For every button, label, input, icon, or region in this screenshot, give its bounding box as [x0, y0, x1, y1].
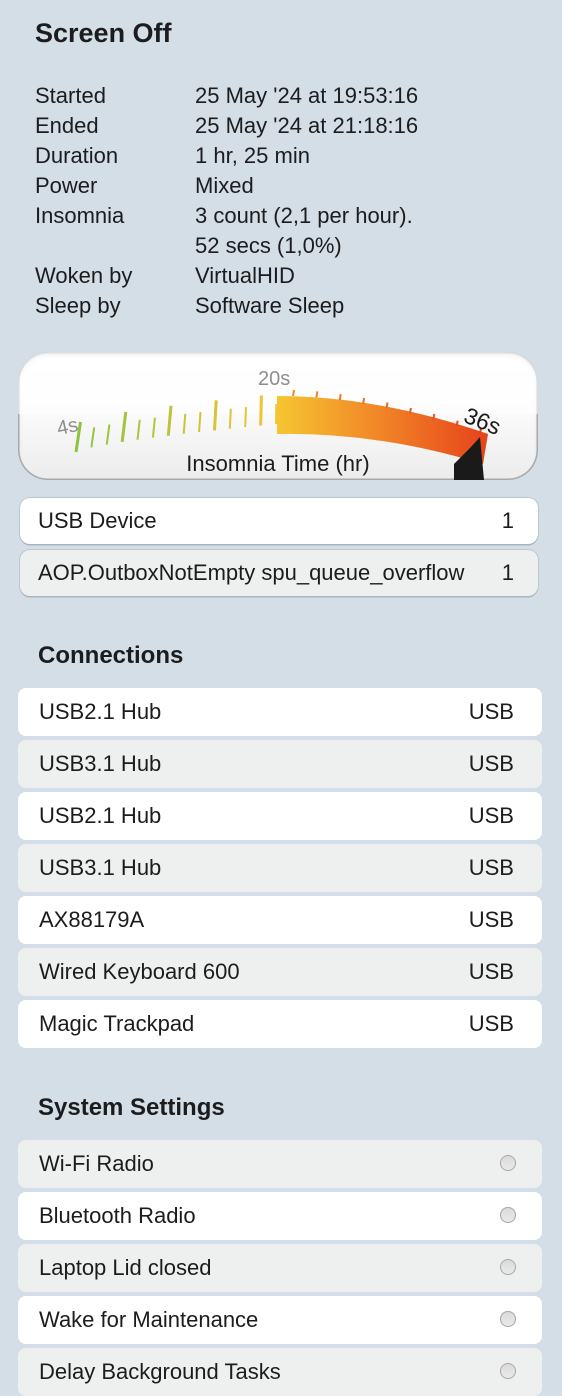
connection-type: USB [469, 948, 514, 996]
connection-name: Magic Trackpad [39, 1000, 194, 1048]
gauge-tick [316, 391, 317, 397]
connection-row[interactable]: Wired Keyboard 600 USB [18, 948, 542, 996]
gauge-mid-label: 20s [258, 368, 290, 390]
wake-reason-row[interactable]: AOP.OutboxNotEmpty spu_queue_overflow 1 [20, 550, 538, 596]
setting-radio[interactable] [500, 1363, 516, 1379]
gauge-tick [457, 421, 458, 427]
gauge-tick [138, 420, 140, 440]
wake-reason-name: USB Device [38, 498, 493, 544]
gauge-tick [433, 414, 434, 420]
setting-name: Bluetooth Radio [39, 1192, 196, 1240]
info-row-insomnia: Insomnia 3 count (2,1 per hour). [35, 201, 535, 231]
connection-name: USB2.1 Hub [39, 688, 161, 736]
setting-radio[interactable] [500, 1311, 516, 1327]
gauge-tick [410, 408, 411, 414]
setting-row-wifi[interactable]: Wi-Fi Radio [18, 1140, 542, 1188]
gauge-tick [122, 412, 126, 442]
info-row-ended: Ended 25 May '24 at 21:18:16 [35, 111, 535, 141]
page-title: Screen Off [35, 16, 172, 50]
info-row-power: Power Mixed [35, 171, 535, 201]
info-row-woken-by: Woken by VirtualHID [35, 261, 535, 291]
info-label: Sleep by [35, 291, 121, 321]
connection-name: AX88179A [39, 896, 144, 944]
gauge-tick [107, 424, 110, 444]
setting-radio[interactable] [500, 1259, 516, 1275]
gauge-tick [91, 427, 94, 447]
gauge-tick [245, 407, 246, 427]
setting-name: Laptop Lid closed [39, 1244, 211, 1292]
info-value: Software Sleep [195, 291, 344, 321]
info-label: Power [35, 171, 97, 201]
setting-row-lid[interactable]: Laptop Lid closed [18, 1244, 542, 1292]
gauge-tick [340, 394, 341, 400]
connection-name: Wired Keyboard 600 [39, 948, 240, 996]
setting-radio[interactable] [500, 1155, 516, 1171]
wake-reason-row[interactable]: USB Device 1 [20, 498, 538, 544]
info-value: 1 hr, 25 min [195, 141, 310, 171]
info-row-sleep-by: Sleep by Software Sleep [35, 291, 535, 321]
setting-row-bluetooth[interactable]: Bluetooth Radio [18, 1192, 542, 1240]
setting-row-background-tasks[interactable]: Delay Background Tasks [18, 1348, 542, 1396]
setting-name: Wi-Fi Radio [39, 1140, 154, 1188]
gauge-tick [153, 418, 155, 438]
info-row-insomnia-duration: 52 secs (1,0%) [35, 231, 535, 261]
info-label: Ended [35, 111, 99, 141]
gauge-min-label: 4s [55, 414, 80, 440]
connection-row[interactable]: AX88179A USB [18, 896, 542, 944]
insomnia-gauge: 4s 20s 36s Insomnia Time (hr) [18, 352, 538, 480]
session-info: Started 25 May '24 at 19:53:16 Ended 25 … [35, 81, 535, 321]
setting-name: Wake for Maintenance [39, 1296, 258, 1344]
connection-row[interactable]: USB3.1 Hub USB [18, 740, 542, 788]
gauge-tick [387, 403, 388, 409]
wake-reason-count: 1 [502, 550, 514, 596]
connection-type: USB [469, 1000, 514, 1048]
wake-reason-count: 1 [502, 498, 514, 544]
connections-heading: Connections [38, 641, 183, 671]
setting-name: Delay Background Tasks [39, 1348, 281, 1396]
connection-row[interactable]: USB2.1 Hub USB [18, 792, 542, 840]
gauge-tick [199, 412, 200, 432]
info-label: Duration [35, 141, 118, 171]
info-value: 25 May '24 at 21:18:16 [195, 111, 418, 141]
info-label: Insomnia [35, 201, 124, 231]
connection-type: USB [469, 844, 514, 892]
connection-name: USB3.1 Hub [39, 844, 161, 892]
gauge-tick [184, 414, 186, 434]
setting-radio[interactable] [500, 1207, 516, 1223]
info-value: Mixed [195, 171, 254, 201]
info-label: Woken by [35, 261, 132, 291]
connection-row[interactable]: USB3.1 Hub USB [18, 844, 542, 892]
connection-name: USB2.1 Hub [39, 792, 161, 840]
setting-row-maintenance[interactable]: Wake for Maintenance [18, 1296, 542, 1344]
connection-row[interactable]: Magic Trackpad USB [18, 1000, 542, 1048]
connection-name: USB3.1 Hub [39, 740, 161, 788]
connection-type: USB [469, 792, 514, 840]
gauge-tick [261, 396, 262, 426]
connection-row[interactable]: USB2.1 Hub USB [18, 688, 542, 736]
gauge-tick [214, 400, 216, 430]
gauge-title: Insomnia Time (hr) [18, 451, 538, 477]
info-row-duration: Duration 1 hr, 25 min [35, 141, 535, 171]
info-value: 3 count (2,1 per hour). [195, 201, 413, 231]
info-value: 25 May '24 at 19:53:16 [195, 81, 418, 111]
system-settings-heading: System Settings [38, 1093, 225, 1123]
gauge-tick [293, 390, 294, 396]
info-value: 52 secs (1,0%) [195, 231, 342, 261]
connection-type: USB [469, 896, 514, 944]
info-row-started: Started 25 May '24 at 19:53:16 [35, 81, 535, 111]
wake-reason-name: AOP.OutboxNotEmpty spu_queue_overflow [38, 550, 493, 596]
gauge-tick [230, 409, 231, 429]
connection-type: USB [469, 688, 514, 736]
connection-type: USB [469, 740, 514, 788]
info-value: VirtualHID [195, 261, 295, 291]
info-label: Started [35, 81, 106, 111]
gauge-tick [363, 398, 364, 404]
